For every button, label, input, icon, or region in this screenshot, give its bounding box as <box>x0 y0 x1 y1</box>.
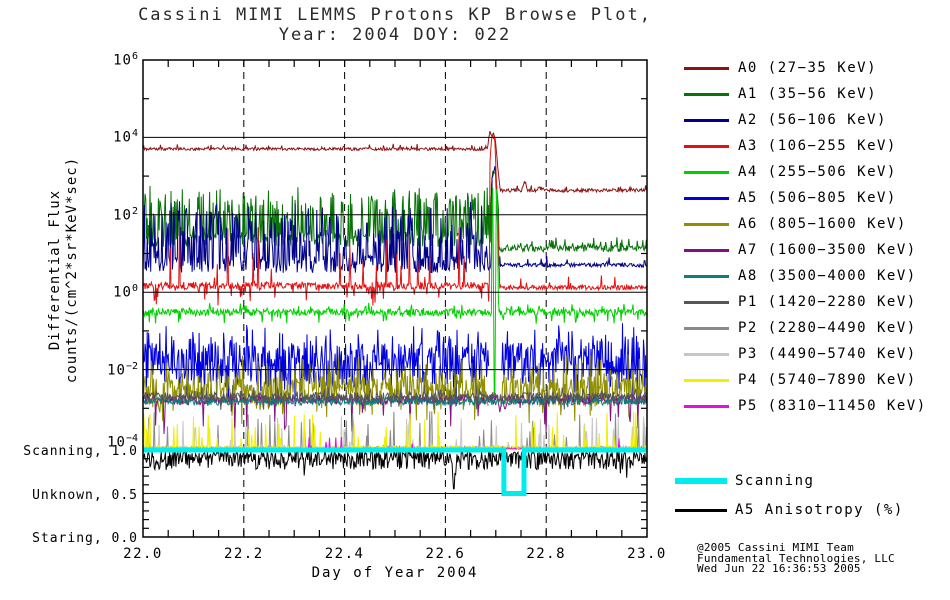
y-tick-label: 104 <box>113 128 138 146</box>
y-tick-base: 10 <box>113 130 132 147</box>
legend-item-P4: P4 (5740−7890 KeV) <box>684 372 917 388</box>
legend-item-P5: P5 (8310−11450 KeV) <box>684 398 927 414</box>
legend-item-A4: A4 (255−506 KeV) <box>684 164 897 180</box>
legend-label-A6: A6 (805−1600 KeV) <box>738 216 907 232</box>
legend-label-A4: A4 (255−506 KeV) <box>738 164 897 180</box>
y-axis-title-line2: counts/(cm^2*sr*KeV*sec) <box>64 156 80 384</box>
legend-item-A7: A7 (1600−3500 KeV) <box>684 242 917 258</box>
mode-label: Scanning, 1.0 <box>23 444 138 459</box>
legend-line-P5 <box>684 404 729 408</box>
x-tick-label: 23.0 <box>627 546 667 562</box>
y-tick-label: 10−2 <box>107 361 138 379</box>
credits-line3: Wed Jun 22 16:36:53 2005 <box>697 562 861 575</box>
legend-item-A5: A5 (506−805 KeV) <box>684 190 897 206</box>
legend-item-A3: A3 (106−255 KeV) <box>684 138 897 154</box>
cassini-kp-browse-plot: Cassini MIMI LEMMS Protons KP Browse Plo… <box>0 0 950 600</box>
legend-line-A3 <box>684 144 729 148</box>
legend-item-A1: A1 (35−56 KeV) <box>684 86 877 102</box>
legend-line-A5 <box>684 196 729 200</box>
anisotropy-legend-label: A5 Anisotropy (%) <box>735 502 904 518</box>
legend-label-P1: P1 (1420−2280 KeV) <box>738 294 917 310</box>
legend-line-A2 <box>684 118 729 122</box>
legend-label-P4: P4 (5740−7890 KeV) <box>738 372 917 388</box>
x-tick-label: 22.8 <box>526 546 567 562</box>
legend-item-P2: P2 (2280−4490 KeV) <box>684 320 917 336</box>
legend-item-P1: P1 (1420−2280 KeV) <box>684 294 917 310</box>
x-tick-label: 22.0 <box>123 546 163 562</box>
anisotropy-group <box>143 450 647 490</box>
y-tick-label: 100 <box>113 283 138 301</box>
legend-item-P3: P3 (4490−5740 KeV) <box>684 346 917 362</box>
scanning-legend-label: Scanning <box>735 473 815 489</box>
series-A0 <box>143 130 647 194</box>
mode-label: Unknown, 0.5 <box>32 487 138 503</box>
legend-label-A8: A8 (3500−4000 KeV) <box>738 268 917 284</box>
x-tick-label: 22.2 <box>223 546 264 562</box>
legend-line-A6 <box>684 222 729 226</box>
y-tick-exponent: −4 <box>125 433 138 444</box>
mode-label: Staring, 0.0 <box>32 531 138 546</box>
legend-line-P3 <box>684 352 729 356</box>
y-tick-label: 102 <box>113 206 138 224</box>
legend-label-A0: A0 (27−35 KeV) <box>738 60 878 76</box>
legend-label-P3: P3 (4490−5740 KeV) <box>738 346 917 362</box>
legend-line-A1 <box>684 92 729 96</box>
y-tick-label: 106 <box>113 51 138 69</box>
y-axis-title-line1: Differential Flux <box>47 189 63 351</box>
y-tick-exponent: 6 <box>131 51 138 62</box>
x-tick-label: 22.4 <box>324 546 365 562</box>
y-tick-exponent: −2 <box>125 360 138 372</box>
legend-item-A8: A8 (3500−4000 KeV) <box>684 268 917 284</box>
legend-line-A0 <box>684 66 729 70</box>
legend-item-A2: A2 (56−106 KeV) <box>684 112 887 128</box>
legend-line-P4 <box>684 378 729 382</box>
series-P1 <box>143 384 647 410</box>
legend-label-A3: A3 (106−255 KeV) <box>738 138 897 154</box>
legend-label-P5: P5 (8310−11450 KeV) <box>738 398 927 414</box>
y-tick-exponent: 2 <box>131 205 138 217</box>
legend-item-anisotropy: A5 Anisotropy (%) <box>675 502 904 518</box>
y-tick-exponent: 0 <box>131 283 138 295</box>
anisotropy-legend-line <box>675 508 727 512</box>
x-tick-label: 22.6 <box>425 546 466 562</box>
series-A2 <box>143 166 647 274</box>
series-traces <box>143 130 647 450</box>
x-axis-title: Day of Year 2004 <box>311 565 479 581</box>
legend-line-A8 <box>684 274 729 278</box>
y-tick-exponent: 4 <box>131 128 138 140</box>
y-tick-base: 10 <box>113 52 132 69</box>
legend-label-A5: A5 (506−805 KeV) <box>738 190 897 206</box>
legend-label-A2: A2 (56−106 KeV) <box>738 112 887 128</box>
legend-item-A0: A0 (27−35 KeV) <box>684 60 877 76</box>
y-tick-base: 10 <box>113 207 132 224</box>
series-P2 <box>143 411 647 450</box>
legend-line-P2 <box>684 326 729 330</box>
legend-line-A7 <box>684 248 729 252</box>
legend-item-A6: A6 (805−1600 KeV) <box>684 216 907 232</box>
legend-item-scanning: Scanning <box>675 473 815 489</box>
y-axis-title: Differential Flux counts/(cm^2*sr*KeV*se… <box>47 80 81 460</box>
credits: @2005 Cassini MIMI Team Fundamental Tech… <box>697 542 895 575</box>
legend-line-A4 <box>684 170 729 174</box>
anisotropy-trace <box>143 450 647 490</box>
legend-label-P2: P2 (2280−4490 KeV) <box>738 320 917 336</box>
legend-label-A1: A1 (35−56 KeV) <box>738 86 878 102</box>
legend-label-A7: A7 (1600−3500 KeV) <box>738 242 917 258</box>
scanning-legend-line <box>675 478 727 484</box>
y-tick-base: 10 <box>107 362 126 379</box>
y-tick-base: 10 <box>113 284 132 301</box>
legend-line-P1 <box>684 300 729 304</box>
